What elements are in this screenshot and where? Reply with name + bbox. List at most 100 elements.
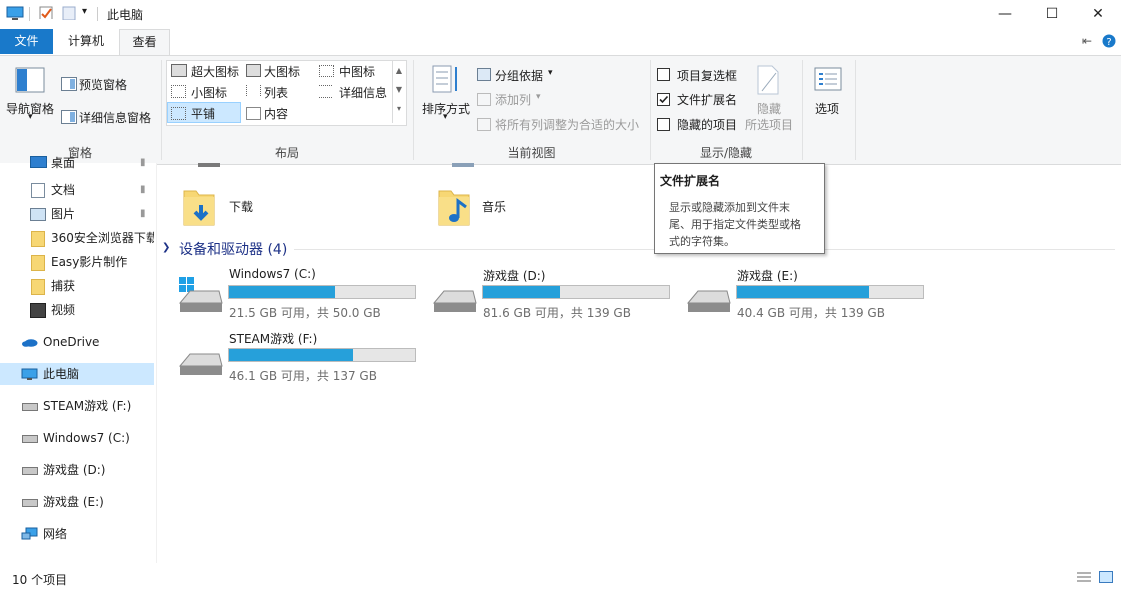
svg-text:?: ? xyxy=(1106,37,1111,48)
layout-content[interactable]: 内容 xyxy=(264,105,288,122)
capacity-fill xyxy=(229,349,353,361)
drive-icon xyxy=(22,467,38,475)
nav-item-network[interactable]: 网络 xyxy=(0,523,154,545)
nav-item-documents[interactable]: 文档 ▮ xyxy=(0,179,154,201)
hidden-items-label[interactable]: 隐藏的项目 xyxy=(677,116,737,133)
add-columns-icon xyxy=(477,93,491,106)
pictures-icon xyxy=(30,208,46,221)
help-icon[interactable]: ? xyxy=(1102,34,1116,48)
preview-pane-button[interactable]: 预览窗格 xyxy=(79,76,127,93)
layout-small[interactable]: 小图标 xyxy=(191,84,227,101)
add-columns-button[interactable]: 添加列 xyxy=(495,91,531,108)
music-folder-icon xyxy=(438,190,470,226)
capacity-bar xyxy=(736,285,924,299)
file-extensions-label[interactable]: 文件扩展名 xyxy=(677,91,737,108)
group-by-button[interactable]: 分组依据 xyxy=(495,67,543,84)
navigation-pane: 桌面 ▮ 文档 ▮ 图片 ▮ 360安全浏览器下载 Easy影片制作 捕获 视频… xyxy=(0,156,156,563)
hidden-items-checkbox[interactable] xyxy=(657,118,670,131)
maximize-button[interactable]: ☐ xyxy=(1029,0,1075,28)
properties-icon[interactable] xyxy=(38,5,54,19)
group-by-dropdown-icon[interactable]: ▾ xyxy=(548,68,553,78)
group-by-icon xyxy=(477,68,491,81)
group-label-show-hide: 显示/隐藏 xyxy=(699,146,753,160)
small-icons-icon xyxy=(171,85,186,98)
layout-large[interactable]: 大图标 xyxy=(264,63,300,80)
folder-icon xyxy=(31,279,45,295)
nav-item-steam-drive[interactable]: STEAM游戏 (F:) xyxy=(0,395,154,417)
item-checkboxes-label[interactable]: 项目复选框 xyxy=(677,67,737,84)
sort-by-dropdown-icon[interactable]: ▾ xyxy=(443,112,448,122)
drive-icon xyxy=(178,353,223,375)
capacity-fill xyxy=(483,286,560,298)
nav-item-onedrive[interactable]: OneDrive xyxy=(0,331,154,353)
pin-ribbon-icon[interactable]: ⇤ xyxy=(1082,34,1092,48)
nav-item-windows7-drive[interactable]: Windows7 (C:) xyxy=(0,427,154,449)
group-label-current-view: 当前视图 xyxy=(507,146,556,160)
nav-item-capture[interactable]: 捕获 xyxy=(0,275,154,297)
ribbon-tab-row: 文件 计算机 查看 ⇤ ? xyxy=(0,28,1121,55)
size-columns-icon xyxy=(477,118,491,131)
pin-icon: ▮ xyxy=(140,184,146,195)
navigation-pane-icon xyxy=(15,67,45,93)
network-icon xyxy=(21,527,38,540)
ribbon: 导航窗格 ▾ 预览窗格 详细信息窗格 窗格 超大图标 大图标 中图标 小图标 列… xyxy=(0,55,1121,165)
nav-item-this-pc[interactable]: 此电脑 xyxy=(0,363,154,385)
layout-list[interactable]: 列表 xyxy=(264,84,288,101)
nav-item-pictures[interactable]: 图片 ▮ xyxy=(0,203,154,225)
this-pc-icon[interactable] xyxy=(6,6,24,20)
window-title: 此电脑 xyxy=(107,8,144,22)
navigation-pane-dropdown-icon[interactable]: ▾ xyxy=(28,112,33,122)
preview-pane-icon xyxy=(61,77,77,91)
drive-tile-e[interactable]: 游戏盘 (E:) 40.4 GB 可用，共 139 GB xyxy=(685,267,935,323)
nav-item-360-download[interactable]: 360安全浏览器下载 xyxy=(0,227,154,249)
layout-medium[interactable]: 中图标 xyxy=(339,63,375,80)
size-all-columns-button[interactable]: 将所有列调整为合适的大小 xyxy=(495,116,639,133)
options-button[interactable]: 选项 xyxy=(815,100,839,117)
tooltip-file-extensions: 文件扩展名 显示或隐藏添加到文件末 尾、用于指定文件类型或格 式的字符集。 xyxy=(654,163,825,254)
nav-item-game-drive-e[interactable]: 游戏盘 (E:) xyxy=(0,491,154,513)
videos-icon xyxy=(30,303,46,318)
new-folder-icon[interactable] xyxy=(62,6,76,20)
layout-extra-large[interactable]: 超大图标 xyxy=(191,63,239,80)
quick-access-dropdown-icon[interactable]: ▾ xyxy=(82,6,87,17)
layout-details[interactable]: 详细信息 xyxy=(339,84,387,101)
drive-icon xyxy=(22,499,38,507)
capacity-bar xyxy=(228,285,416,299)
nav-item-game-drive-d[interactable]: 游戏盘 (D:) xyxy=(0,459,154,481)
hide-selected-label-2[interactable]: 所选项目 xyxy=(745,116,793,133)
close-button[interactable]: ✕ xyxy=(1075,0,1121,28)
nav-item-easy-movie[interactable]: Easy影片制作 xyxy=(0,251,154,273)
hide-selected-label-1[interactable]: 隐藏 xyxy=(757,100,781,117)
large-icons-view-icon[interactable] xyxy=(1099,571,1113,583)
nav-item-desktop[interactable]: 桌面 ▮ xyxy=(0,156,154,170)
tooltip-line-1: 显示或隐藏添加到文件末 xyxy=(669,201,790,214)
item-checkboxes-checkbox[interactable] xyxy=(657,68,670,81)
drive-tile-d[interactable]: 游戏盘 (D:) 81.6 GB 可用，共 139 GB xyxy=(431,267,681,323)
drive-tile-f[interactable]: STEAM游戏 (F:) 46.1 GB 可用，共 137 GB xyxy=(177,330,427,386)
medium-icons-icon xyxy=(319,65,334,77)
layout-gallery-scroll[interactable]: ▲ ▼ ▾ xyxy=(392,61,405,123)
details-pane-icon xyxy=(61,110,77,124)
tab-computer[interactable]: 计算机 xyxy=(58,29,114,54)
file-extensions-checkbox[interactable] xyxy=(657,93,670,106)
tooltip-title: 文件扩展名 xyxy=(660,174,721,188)
capacity-fill xyxy=(229,286,335,298)
details-pane-button[interactable]: 详细信息窗格 xyxy=(79,109,151,126)
tooltip-line-2: 尾、用于指定文件类型或格 xyxy=(669,218,801,231)
nav-item-videos[interactable]: 视频 xyxy=(0,299,154,321)
drive-tile-c[interactable]: Windows7 (C:) 21.5 GB 可用，共 50.0 GB xyxy=(177,267,427,323)
minimize-button[interactable]: — xyxy=(982,0,1028,28)
collapse-chevron-icon[interactable]: ❯ xyxy=(162,242,170,253)
details-view-icon[interactable] xyxy=(1076,571,1092,583)
pin-icon: ▮ xyxy=(140,157,146,168)
this-pc-icon xyxy=(21,368,38,380)
windows-drive-icon xyxy=(178,277,223,312)
devices-group-header[interactable]: 设备和驱动器 (4) xyxy=(179,239,287,259)
drive-icon xyxy=(22,403,38,411)
partial-folder-icon xyxy=(198,163,220,167)
layout-tiles[interactable]: 平铺 xyxy=(191,105,215,122)
onedrive-icon xyxy=(22,339,38,347)
tab-file[interactable]: 文件 xyxy=(0,29,53,54)
downloads-folder-icon xyxy=(183,190,215,226)
tab-view[interactable]: 查看 xyxy=(119,29,170,55)
